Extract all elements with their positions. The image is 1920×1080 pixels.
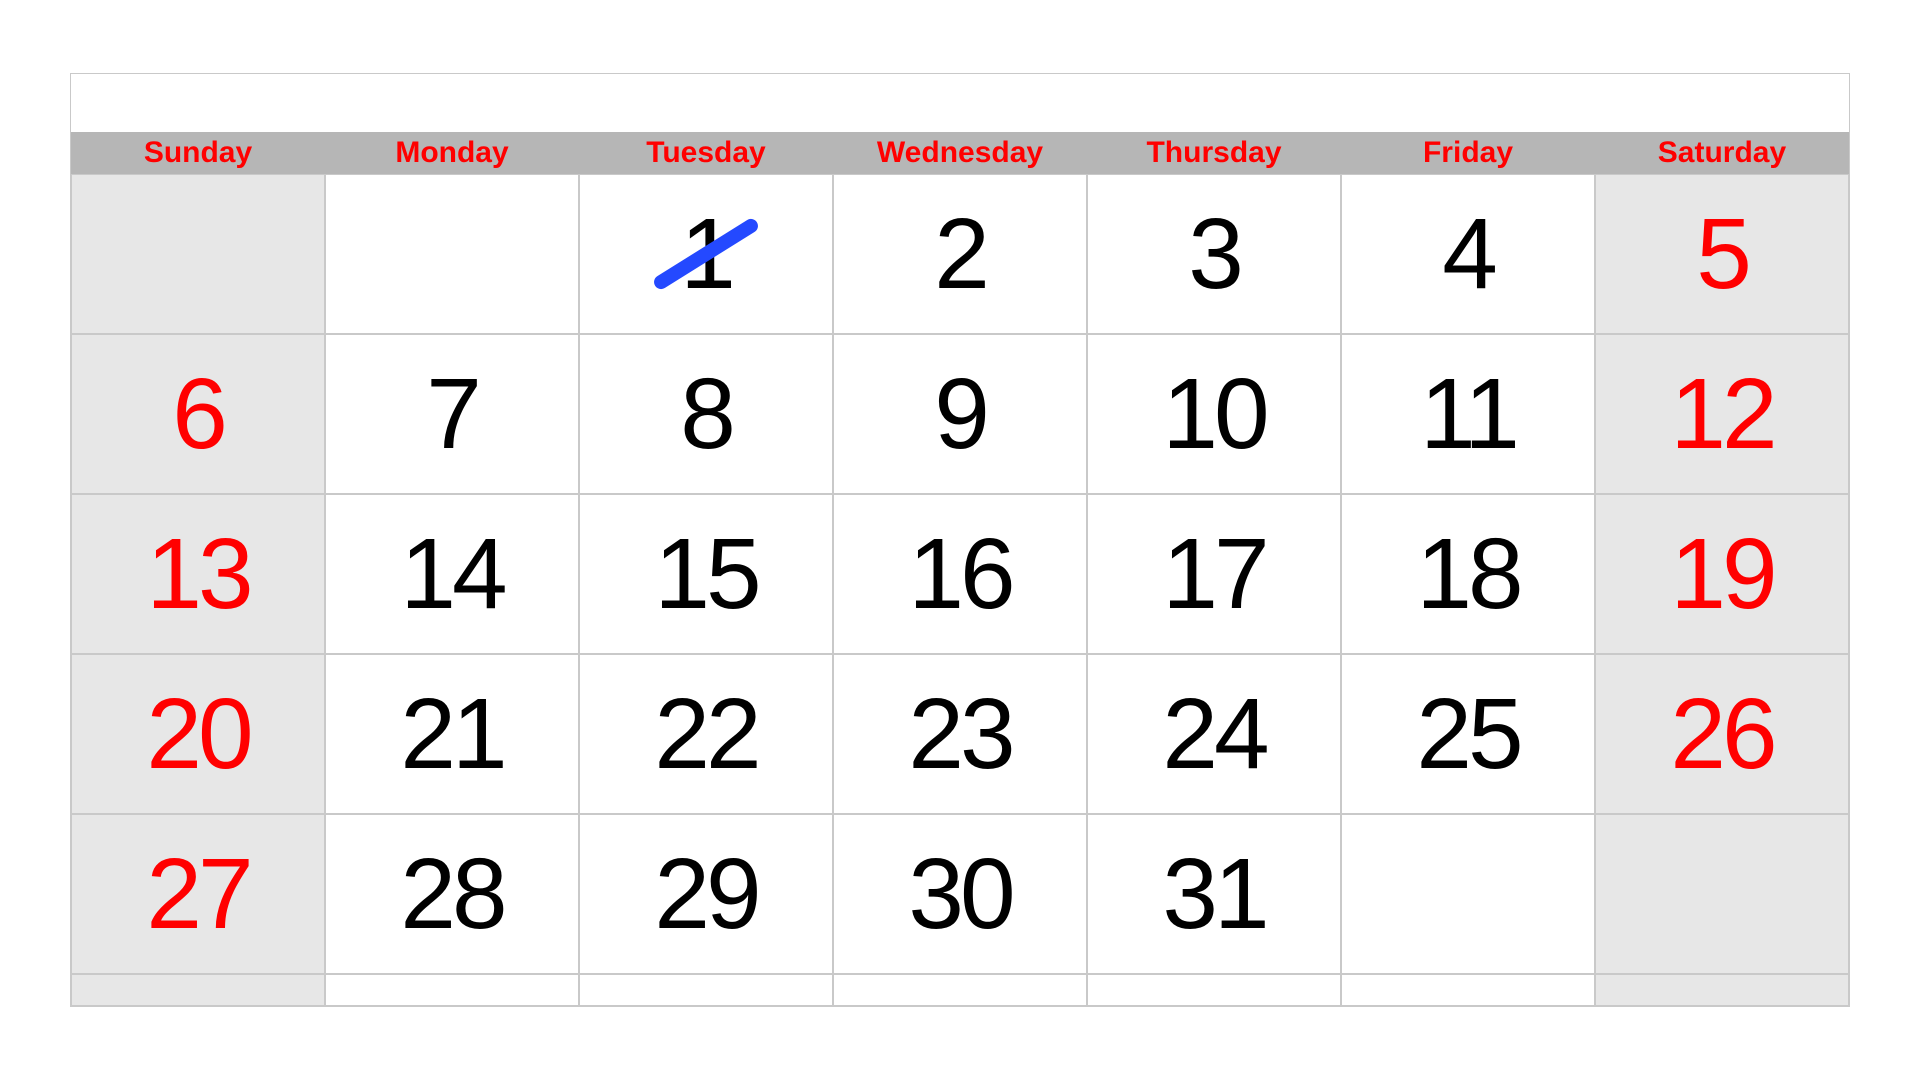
day-cell-8[interactable]: 8 bbox=[579, 334, 833, 494]
day-number: 25 bbox=[1416, 677, 1519, 792]
header-friday: Friday bbox=[1341, 132, 1595, 174]
day-number: 21 bbox=[400, 677, 503, 792]
day-cell-7[interactable]: 7 bbox=[325, 334, 579, 494]
day-number: 18 bbox=[1416, 517, 1519, 632]
day-number: 7 bbox=[426, 357, 478, 472]
day-number: 11 bbox=[1420, 357, 1516, 472]
day-number: 16 bbox=[908, 517, 1011, 632]
day-cell-empty bbox=[1595, 814, 1849, 974]
day-number: 9 bbox=[934, 357, 986, 472]
day-number: 5 bbox=[1696, 197, 1748, 312]
day-cell-12[interactable]: 12 bbox=[1595, 334, 1849, 494]
day-number: 10 bbox=[1162, 357, 1265, 472]
day-number: 30 bbox=[908, 837, 1011, 952]
day-cell-17[interactable]: 17 bbox=[1087, 494, 1341, 654]
week-row: 6 7 8 9 10 11 12 bbox=[71, 334, 1849, 494]
day-cell-14[interactable]: 14 bbox=[325, 494, 579, 654]
day-cell-5[interactable]: 5 bbox=[1595, 174, 1849, 334]
spacer-cell bbox=[833, 974, 1087, 1006]
day-number: 20 bbox=[146, 677, 249, 792]
day-cell-23[interactable]: 23 bbox=[833, 654, 1087, 814]
day-number: 12 bbox=[1670, 357, 1773, 472]
spacer-cell bbox=[325, 974, 579, 1006]
day-number: 4 bbox=[1442, 197, 1494, 312]
day-cell-9[interactable]: 9 bbox=[833, 334, 1087, 494]
week-row: 20 21 22 23 24 25 26 bbox=[71, 654, 1849, 814]
day-cell-28[interactable]: 28 bbox=[325, 814, 579, 974]
header-saturday: Saturday bbox=[1595, 132, 1849, 174]
day-cell-empty bbox=[325, 174, 579, 334]
day-cell-empty bbox=[1341, 814, 1595, 974]
spacer-cell bbox=[1087, 974, 1341, 1006]
header-tuesday: Tuesday bbox=[579, 132, 833, 174]
day-cell-27[interactable]: 27 bbox=[71, 814, 325, 974]
header-monday: Monday bbox=[325, 132, 579, 174]
day-cell-empty bbox=[71, 174, 325, 334]
header-sunday: Sunday bbox=[71, 132, 325, 174]
day-number: 27 bbox=[146, 837, 249, 952]
week-row: 12 3 4 5 bbox=[71, 174, 1849, 334]
day-cell-4[interactable]: 4 bbox=[1341, 174, 1595, 334]
day-cell-20[interactable]: 20 bbox=[71, 654, 325, 814]
day-cell-24[interactable]: 24 bbox=[1087, 654, 1341, 814]
day-number: 14 bbox=[400, 517, 503, 632]
spacer-cell bbox=[1595, 974, 1849, 1006]
day-number: 3 bbox=[1188, 197, 1240, 312]
day-cell-19[interactable]: 19 bbox=[1595, 494, 1849, 654]
day-cell-10[interactable]: 10 bbox=[1087, 334, 1341, 494]
day-number: 8 bbox=[680, 357, 732, 472]
day-cell-13[interactable]: 13 bbox=[71, 494, 325, 654]
day-cell-18[interactable]: 18 bbox=[1341, 494, 1595, 654]
day-number: 13 bbox=[146, 517, 249, 632]
day-cell-25[interactable]: 25 bbox=[1341, 654, 1595, 814]
day-cell-6[interactable]: 6 bbox=[71, 334, 325, 494]
day-cell-3[interactable]: 3 bbox=[1087, 174, 1341, 334]
spacer-cell bbox=[71, 974, 325, 1006]
header-wednesday: Wednesday bbox=[833, 132, 1087, 174]
day-number: 28 bbox=[400, 837, 503, 952]
week-row: 27 28 29 30 31 bbox=[71, 814, 1849, 974]
day-cell-30[interactable]: 30 bbox=[833, 814, 1087, 974]
calendar: Sunday Monday Tuesday Wednesday Thursday… bbox=[70, 73, 1850, 1007]
day-number: 2 bbox=[934, 197, 986, 312]
spacer-cell bbox=[1341, 974, 1595, 1006]
day-cell-29[interactable]: 29 bbox=[579, 814, 833, 974]
bottom-spacer-row bbox=[71, 974, 1849, 1006]
day-cell-15[interactable]: 15 bbox=[579, 494, 833, 654]
day-number: 15 bbox=[654, 517, 757, 632]
day-number: 23 bbox=[908, 677, 1011, 792]
header-thursday: Thursday bbox=[1087, 132, 1341, 174]
day-cell-31[interactable]: 31 bbox=[1087, 814, 1341, 974]
day-cell-11[interactable]: 11 bbox=[1341, 334, 1595, 494]
day-cell-21[interactable]: 21 bbox=[325, 654, 579, 814]
day-number: 29 bbox=[654, 837, 757, 952]
weekday-header-row: Sunday Monday Tuesday Wednesday Thursday… bbox=[71, 132, 1849, 174]
day-number: 31 bbox=[1162, 837, 1265, 952]
day-cell-2[interactable]: 2 bbox=[833, 174, 1087, 334]
day-number: 24 bbox=[1162, 677, 1265, 792]
day-number: 22 bbox=[654, 677, 757, 792]
day-number: 17 bbox=[1162, 517, 1265, 632]
day-number: 19 bbox=[1670, 517, 1773, 632]
week-row: 13 14 15 16 17 18 19 bbox=[71, 494, 1849, 654]
day-cell-16[interactable]: 16 bbox=[833, 494, 1087, 654]
day-number: 6 bbox=[172, 357, 224, 472]
calendar-title-bar bbox=[71, 74, 1849, 132]
day-cell-22[interactable]: 22 bbox=[579, 654, 833, 814]
day-cell-1[interactable]: 1 bbox=[579, 174, 833, 334]
day-cell-26[interactable]: 26 bbox=[1595, 654, 1849, 814]
spacer-cell bbox=[579, 974, 833, 1006]
day-number: 26 bbox=[1670, 677, 1773, 792]
